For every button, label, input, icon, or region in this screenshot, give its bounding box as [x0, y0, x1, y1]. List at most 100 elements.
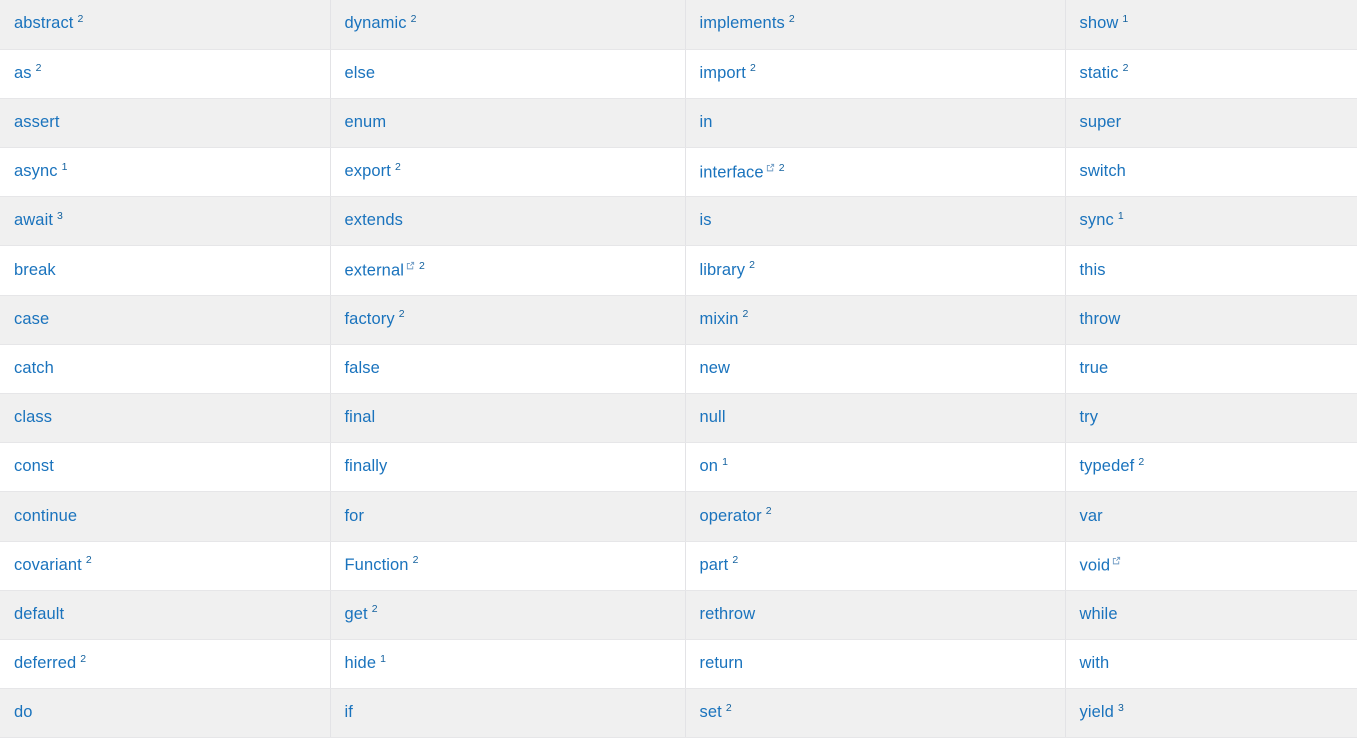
keyword-link[interactable]: do [14, 703, 33, 721]
keyword-link[interactable]: abstract [14, 14, 74, 32]
keyword-link[interactable]: try [1080, 408, 1099, 426]
keyword-cell-content: set 2 [700, 703, 732, 723]
keyword-link[interactable]: is [700, 211, 712, 229]
keyword-link[interactable]: void [1080, 557, 1111, 575]
keyword-link[interactable]: class [14, 408, 52, 426]
footnote-marker: 2 [35, 62, 42, 75]
keyword-link[interactable]: library [700, 261, 746, 279]
keyword-link[interactable]: while [1080, 605, 1118, 623]
keyword-link[interactable]: this [1080, 261, 1106, 279]
table-cell: do [0, 688, 331, 739]
keyword-cell-content: class [14, 408, 52, 428]
keyword-link[interactable]: factory [345, 310, 395, 328]
external-link-icon [1112, 556, 1121, 565]
keyword-link[interactable]: deferred [14, 654, 76, 672]
table-cell: while [1065, 590, 1357, 640]
table-row: const finally on 1 typedef 2 [0, 442, 1357, 493]
keyword-cell-content: mixin 2 [700, 309, 749, 330]
keyword-link[interactable]: return [700, 654, 744, 672]
keyword-link[interactable]: on [700, 457, 719, 475]
keyword-cell-content: finally [345, 457, 388, 477]
keyword-link[interactable]: get [345, 605, 368, 623]
keyword-link[interactable]: switch [1080, 162, 1126, 180]
keyword-link[interactable]: case [14, 310, 49, 328]
keyword-cell-content: typedef 2 [1080, 457, 1145, 477]
keyword-cell-content: false [345, 359, 380, 379]
table-cell: case [0, 295, 331, 345]
footnote-marker: 3 [1117, 701, 1124, 714]
keyword-link[interactable]: if [345, 703, 353, 721]
keyword-link[interactable]: false [345, 359, 380, 377]
keyword-link[interactable]: hide [345, 654, 377, 672]
keyword-link[interactable]: finally [345, 457, 388, 475]
keyword-link[interactable]: assert [14, 113, 60, 131]
keyword-link[interactable]: for [345, 507, 365, 525]
footnote-marker: 2 [749, 62, 756, 75]
keyword-link[interactable]: part [700, 556, 729, 574]
keyword-cell-content: assert [14, 113, 60, 133]
table-row: deferred 2 hide 1 return with [0, 639, 1357, 690]
keyword-link[interactable]: Function [345, 556, 409, 574]
keyword-link[interactable]: catch [14, 359, 54, 377]
table-cell: const [0, 442, 331, 493]
footnote-marker: 2 [80, 652, 87, 665]
keyword-link[interactable]: await [14, 211, 53, 229]
keyword-link[interactable]: yield [1080, 703, 1114, 721]
keyword-link[interactable]: in [700, 113, 713, 131]
keyword-link[interactable]: enum [345, 113, 387, 131]
keyword-link[interactable]: default [14, 605, 64, 623]
keyword-link[interactable]: mixin [700, 310, 739, 328]
keyword-cell-content: import 2 [700, 62, 756, 84]
keyword-link[interactable]: async [14, 162, 58, 180]
keyword-link[interactable]: break [14, 261, 56, 279]
keyword-link[interactable]: continue [14, 507, 77, 525]
keyword-link[interactable]: as [14, 64, 32, 82]
table-row: default get 2 rethrow while [0, 590, 1357, 640]
keyword-link[interactable]: super [1080, 113, 1122, 131]
table-row: assert enum in super [0, 98, 1357, 149]
keyword-link[interactable]: export [345, 162, 391, 180]
keyword-link[interactable]: null [700, 408, 726, 426]
footnote-marker: 1 [1117, 209, 1124, 222]
keyword-link[interactable]: else [345, 64, 376, 82]
keyword-link[interactable]: covariant [14, 556, 82, 574]
keyword-link[interactable]: interface [700, 163, 764, 181]
keyword-link[interactable]: external [345, 261, 405, 279]
table-cell: hide 1 [330, 639, 686, 690]
keyword-link[interactable]: rethrow [700, 605, 756, 623]
keyword-link[interactable]: set [700, 703, 722, 721]
keyword-link[interactable]: implements [700, 14, 785, 32]
table-row: continue for operator 2 var [0, 491, 1357, 542]
keyword-cell-content: if [345, 703, 353, 723]
keyword-link[interactable]: typedef [1080, 457, 1135, 475]
table-row: break external 2 library 2 this [0, 245, 1357, 296]
keyword-link[interactable]: show [1080, 14, 1119, 32]
keyword-link[interactable]: operator [700, 507, 762, 525]
table-row: as 2 else import 2 static 2 [0, 49, 1357, 99]
table-cell: sync 1 [1065, 196, 1357, 247]
keyword-link[interactable]: static [1080, 64, 1119, 82]
keyword-link[interactable]: var [1080, 507, 1103, 525]
table-cell: finally [330, 442, 686, 493]
table-cell: enum [330, 98, 686, 149]
table-cell: switch [1065, 147, 1357, 198]
keyword-link[interactable]: true [1080, 359, 1109, 377]
keyword-link[interactable]: new [700, 359, 731, 377]
keyword-cell-content: get 2 [345, 604, 378, 625]
keyword-link[interactable]: dynamic [345, 14, 407, 32]
keyword-cell-content: yield 3 [1080, 703, 1124, 723]
keyword-link[interactable]: import [700, 64, 746, 82]
keyword-link[interactable]: with [1080, 654, 1110, 672]
table-cell: operator 2 [685, 491, 1066, 542]
table-cell: this [1065, 245, 1357, 296]
keyword-link[interactable]: throw [1080, 310, 1121, 328]
table-cell: catch [0, 344, 331, 395]
keyword-link[interactable]: final [345, 408, 376, 426]
keyword-link[interactable]: sync [1080, 211, 1114, 229]
table-cell: for [330, 491, 686, 542]
footnote-marker: 2 [749, 259, 755, 272]
keyword-cell-content: const [14, 457, 54, 477]
keyword-cell-content: case [14, 310, 49, 330]
keyword-link[interactable]: extends [345, 211, 404, 229]
keyword-link[interactable]: const [14, 457, 54, 475]
